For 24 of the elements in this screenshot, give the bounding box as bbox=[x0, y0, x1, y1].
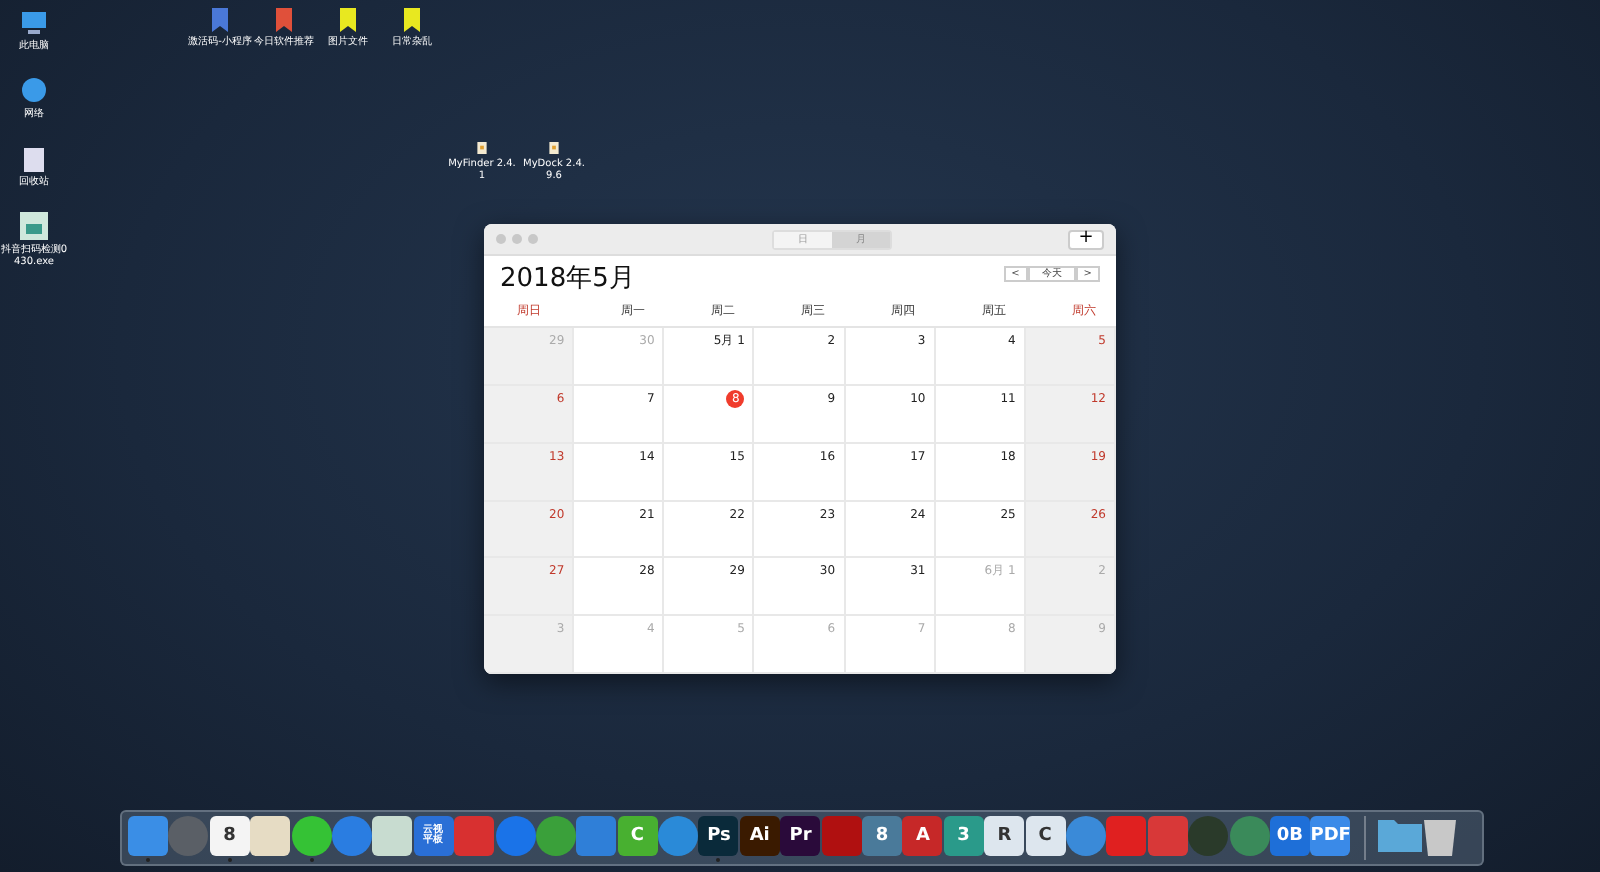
app-icon[interactable]: A bbox=[902, 816, 943, 856]
running-indicator bbox=[716, 858, 721, 862]
document-icon[interactable] bbox=[544, 142, 564, 154]
computer-icon[interactable] bbox=[20, 12, 48, 36]
app-icon[interactable] bbox=[658, 816, 699, 856]
app-icon[interactable]: C bbox=[1025, 816, 1066, 856]
app-icon[interactable]: Pr bbox=[780, 816, 821, 856]
running-indicator bbox=[146, 858, 150, 862]
app-icon[interactable]: 8 bbox=[862, 816, 903, 856]
app-icon[interactable]: Ai bbox=[739, 816, 780, 856]
app-icon[interactable]: PDF bbox=[1310, 816, 1351, 856]
file-icon[interactable] bbox=[20, 212, 48, 240]
app-icon[interactable]: R bbox=[984, 816, 1025, 856]
month-title: 2018年5月 bbox=[500, 261, 635, 295]
app-icon[interactable] bbox=[250, 816, 291, 856]
document-icon[interactable] bbox=[472, 142, 492, 154]
running-indicator bbox=[227, 858, 232, 862]
running-indicator bbox=[309, 858, 314, 862]
app-icon[interactable]: 8 bbox=[209, 816, 250, 856]
app-icon[interactable]: Ps bbox=[698, 816, 739, 856]
app-icon[interactable] bbox=[372, 816, 413, 856]
app-icon[interactable] bbox=[291, 816, 332, 856]
add-button[interactable]: + bbox=[1068, 229, 1104, 249]
app-icon[interactable]: 0B bbox=[1269, 816, 1310, 856]
